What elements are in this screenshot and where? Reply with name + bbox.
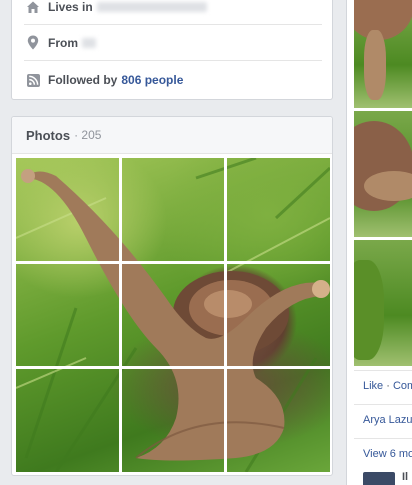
like-link[interactable]: Like	[363, 380, 383, 392]
followed-prefix: Followed by	[48, 73, 118, 87]
photos-title[interactable]: Photos	[26, 128, 70, 143]
view-more-comments-link[interactable]: View 6 mor	[363, 448, 412, 460]
photo-tile[interactable]	[122, 369, 224, 472]
feed-post: Like · Com Arya Lazur View 6 mor Il	[346, 0, 412, 485]
lives-label: Lives in	[48, 0, 93, 14]
intro-lives-row: Lives in	[24, 0, 322, 25]
photo-tile[interactable]	[16, 369, 119, 472]
avatar[interactable]	[363, 472, 395, 485]
comment-link[interactable]: Com	[393, 380, 412, 392]
action-separator: ·	[386, 380, 390, 392]
lives-value-blurred	[96, 1, 207, 12]
intro-card: Lives in From Followed by 806 people	[11, 0, 333, 100]
post-divider	[354, 404, 412, 405]
photo-tile[interactable]	[227, 264, 330, 366]
post-photo[interactable]	[354, 0, 412, 108]
photo-tile[interactable]	[16, 264, 119, 366]
intro-from-row: From	[24, 25, 322, 61]
intro-followed-row: Followed by 806 people	[24, 62, 322, 98]
photos-card: Photos · 205	[11, 116, 333, 476]
photo-tile[interactable]	[227, 369, 330, 472]
followers-link[interactable]: 806 people	[121, 73, 183, 87]
commenter-link[interactable]: Arya Lazur	[363, 414, 412, 426]
photo-tile[interactable]	[227, 158, 330, 261]
photo-grid	[16, 158, 330, 472]
post-photo[interactable]	[354, 111, 412, 237]
photo-tile[interactable]	[122, 264, 224, 366]
photos-header: Photos · 205	[12, 117, 332, 154]
photo-tile[interactable]	[16, 158, 119, 261]
post-actions: Like · Com	[363, 380, 412, 392]
post-divider	[354, 438, 412, 439]
comment-author[interactable]: Il	[402, 471, 408, 483]
from-label: From	[48, 35, 78, 50]
post-photo[interactable]	[354, 240, 412, 366]
home-icon	[24, 0, 42, 16]
from-value-blurred	[82, 37, 96, 48]
post-divider	[354, 370, 412, 371]
map-pin-icon	[24, 34, 42, 52]
photo-tile[interactable]	[122, 158, 224, 261]
photos-count: · 205	[74, 128, 102, 142]
rss-icon	[24, 71, 42, 89]
